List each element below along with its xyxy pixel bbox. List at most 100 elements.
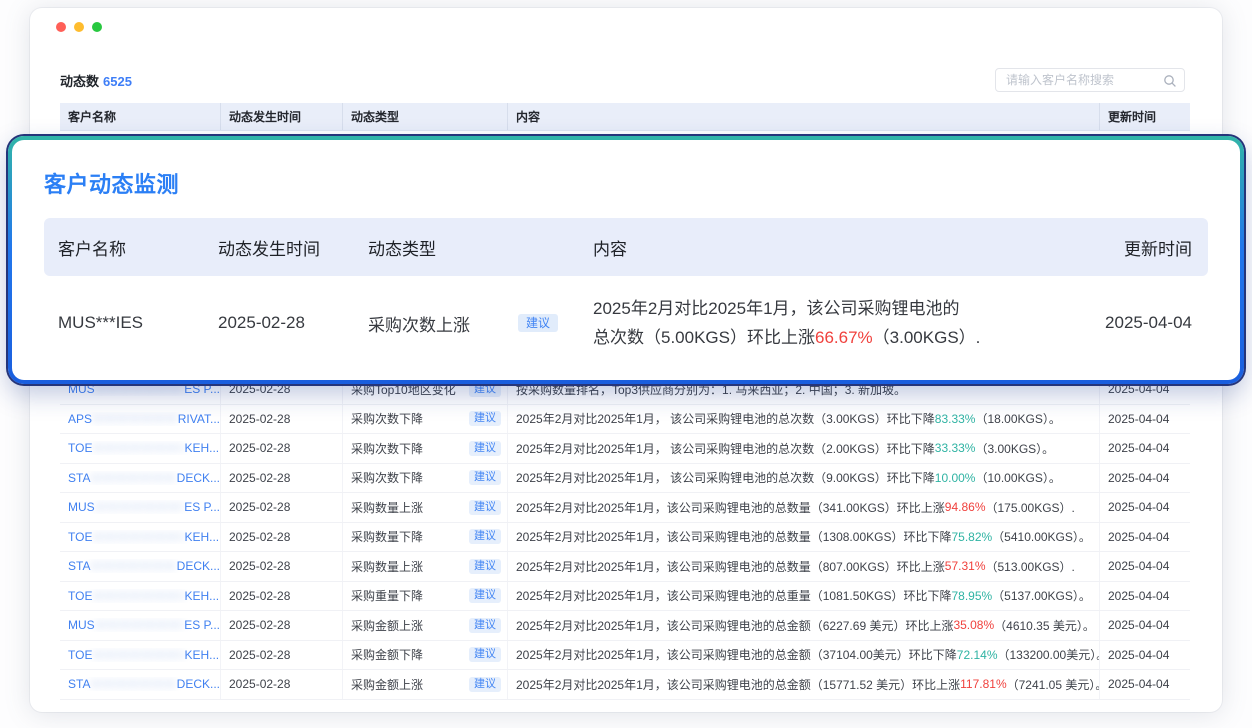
event-content: 2025年2月对比2025年1月，该公司采购锂电池的总金额（37104.00美元… bbox=[508, 641, 1100, 670]
redacted-name-blur: WWWWWWWW bbox=[90, 677, 176, 691]
dynamics-count: 动态数6525 bbox=[60, 71, 132, 90]
overlay-title: 客户动态监测 bbox=[44, 167, 1208, 199]
suggestion-badge: 建议 bbox=[469, 500, 501, 515]
table-row[interactable]: TOEWWWWWWWWKEH... 2025-02-28 采购重量下降 建议 2… bbox=[60, 582, 1190, 612]
customer-name-link[interactable]: TOEWWWWWWWWKEH... bbox=[68, 589, 219, 603]
overlay-data-row[interactable]: MUS***IES 2025-02-28 采购次数上涨 建议 2025年2月对比… bbox=[44, 276, 1208, 370]
trend-percent: 78.95% bbox=[951, 589, 992, 603]
column-header-event-type: 动态类型 bbox=[343, 103, 508, 130]
zoom-window-button[interactable] bbox=[92, 22, 102, 32]
customer-name-link[interactable]: STAWWWWWWWWDECK... bbox=[68, 471, 220, 485]
table-row[interactable]: TOEWWWWWWWWKEH... 2025-02-28 采购金额下降 建议 2… bbox=[60, 641, 1190, 671]
column-header-customer-name: 客户名称 bbox=[60, 103, 221, 130]
screen: 动态数6525 客户名称 动态发生时间 动态类型 内容 更新时间 bbox=[0, 0, 1252, 728]
update-date: 2025-04-04 bbox=[1100, 552, 1190, 581]
window-controls bbox=[56, 22, 102, 32]
overlay-column-content: 内容 bbox=[593, 235, 1098, 260]
overlay-column-event-time: 动态发生时间 bbox=[218, 235, 368, 260]
trend-percent: 10.00% bbox=[935, 471, 976, 485]
customer-name-link[interactable]: STAWWWWWWWWDECK... bbox=[68, 559, 220, 573]
overlay-trend-percent: 66.67% bbox=[815, 328, 873, 347]
overlay-content-line1: 2025年2月对比2025年1月，该公司采购锂电池的 bbox=[593, 294, 1098, 323]
event-date: 2025-02-28 bbox=[221, 464, 343, 493]
overlay-event-type: 采购次数上涨 bbox=[368, 311, 518, 336]
customer-name-link[interactable]: STAWWWWWWWWDECK... bbox=[68, 677, 220, 691]
event-content: 2025年2月对比2025年1月， 该公司采购锂电池的总次数（3.00KGS）环… bbox=[508, 405, 1100, 434]
redacted-name-blur: WWWWWWWW bbox=[92, 412, 178, 426]
minimize-window-button[interactable] bbox=[74, 22, 84, 32]
suggestion-badge: 建议 bbox=[469, 529, 501, 544]
table-row[interactable]: MUSWWWWWWWWES P... 2025-02-28 采购数量上涨 建议 … bbox=[60, 493, 1190, 523]
customer-name-link[interactable]: MUSWWWWWWWWES P... bbox=[68, 500, 220, 514]
customer-name-link[interactable]: TOEWWWWWWWWKEH... bbox=[68, 648, 219, 662]
column-header-content: 内容 bbox=[508, 103, 1100, 130]
table-row[interactable]: MUSWWWWWWWWES P... 2025-02-28 采购金额上涨 建议 … bbox=[60, 611, 1190, 641]
update-date: 2025-04-04 bbox=[1100, 493, 1190, 522]
event-content: 2025年2月对比2025年1月，该公司采购锂电池的总数量（807.00KGS）… bbox=[508, 552, 1100, 581]
event-date: 2025-02-28 bbox=[221, 641, 343, 670]
event-type: 采购数量下降 bbox=[351, 528, 423, 545]
event-type: 采购次数下降 bbox=[351, 469, 423, 486]
table-body: MUSWWWWWWWWES P... 2025-02-28 采购Top10地区变… bbox=[60, 375, 1190, 700]
redacted-name-blur: WWWWWWWW bbox=[92, 648, 184, 662]
customer-name-link[interactable]: TOEWWWWWWWWKEH... bbox=[68, 530, 219, 544]
trend-percent: 83.33% bbox=[935, 412, 976, 426]
overlay-content-line2: 总次数（5.00KGS）环比上涨66.67%（3.00KGS）. bbox=[593, 323, 1098, 352]
suggestion-badge: 建议 bbox=[469, 677, 501, 692]
suggestion-badge: 建议 bbox=[469, 411, 501, 426]
trend-percent: 75.82% bbox=[951, 530, 992, 544]
overlay-suggestion-badge: 建议 bbox=[518, 314, 558, 332]
toolbar: 动态数6525 bbox=[60, 68, 1190, 94]
event-date: 2025-02-28 bbox=[221, 582, 343, 611]
event-content: 2025年2月对比2025年1月， 该公司采购锂电池的总次数（2.00KGS）环… bbox=[508, 434, 1100, 463]
customer-search-box bbox=[995, 68, 1185, 92]
trend-percent: 117.81% bbox=[960, 677, 1006, 691]
table-row[interactable]: TOEWWWWWWWWKEH... 2025-02-28 采购数量下降 建议 2… bbox=[60, 523, 1190, 553]
update-date: 2025-04-04 bbox=[1100, 641, 1190, 670]
trend-percent: 94.86% bbox=[945, 500, 986, 514]
redacted-name-blur: WWWWWWWW bbox=[95, 382, 185, 396]
table-row[interactable]: TOEWWWWWWWWKEH... 2025-02-28 采购次数下降 建议 2… bbox=[60, 434, 1190, 464]
customer-name-link[interactable]: TOEWWWWWWWWKEH... bbox=[68, 441, 219, 455]
table-row[interactable]: STAWWWWWWWWDECK... 2025-02-28 采购金额上涨 建议 … bbox=[60, 670, 1190, 700]
table-row[interactable]: APSWWWWWWWWRIVAT... 2025-02-28 采购次数下降 建议… bbox=[60, 405, 1190, 435]
event-date: 2025-02-28 bbox=[221, 434, 343, 463]
event-content: 2025年2月对比2025年1月，该公司采购锂电池的总重量（1081.50KGS… bbox=[508, 582, 1100, 611]
suggestion-badge: 建议 bbox=[469, 647, 501, 662]
event-type: 采购数量上涨 bbox=[351, 558, 423, 575]
update-date: 2025-04-04 bbox=[1100, 611, 1190, 640]
redacted-name-blur: WWWWWWWW bbox=[90, 559, 176, 573]
overlay-column-update-time: 更新时间 bbox=[1098, 235, 1192, 260]
close-window-button[interactable] bbox=[56, 22, 66, 32]
table-row[interactable]: STAWWWWWWWWDECK... 2025-02-28 采购次数下降 建议 … bbox=[60, 464, 1190, 494]
event-content: 2025年2月对比2025年1月，该公司采购锂电池的总金额（15771.52 美… bbox=[508, 670, 1100, 699]
redacted-name-blur: WWWWWWWW bbox=[92, 589, 184, 603]
customer-name-link[interactable]: APSWWWWWWWWRIVAT... bbox=[68, 412, 220, 426]
event-content: 2025年2月对比2025年1月，该公司采购锂电池的总金额（6227.69 美元… bbox=[508, 611, 1100, 640]
customer-dynamics-overlay-card: 客户动态监测 客户名称 动态发生时间 动态类型 内容 更新时间 MUS***IE… bbox=[8, 136, 1244, 384]
update-date: 2025-04-04 bbox=[1100, 405, 1190, 434]
customer-search-input[interactable] bbox=[996, 69, 1184, 91]
suggestion-badge: 建议 bbox=[469, 382, 501, 397]
dynamics-count-label: 动态数 bbox=[60, 74, 99, 89]
event-type: 采购重量下降 bbox=[351, 587, 423, 604]
event-type: 采购金额上涨 bbox=[351, 676, 423, 693]
suggestion-badge: 建议 bbox=[469, 441, 501, 456]
column-header-event-time: 动态发生时间 bbox=[221, 103, 343, 130]
search-icon[interactable] bbox=[1163, 74, 1177, 88]
customer-name-link[interactable]: MUSWWWWWWWWES P... bbox=[68, 382, 220, 396]
suggestion-badge: 建议 bbox=[469, 588, 501, 603]
customer-name-link[interactable]: MUSWWWWWWWWES P... bbox=[68, 618, 220, 632]
event-content: 2025年2月对比2025年1月， 该公司采购锂电池的总次数（9.00KGS）环… bbox=[508, 464, 1100, 493]
table-header-row: 客户名称 动态发生时间 动态类型 内容 更新时间 bbox=[60, 103, 1190, 131]
event-date: 2025-02-28 bbox=[221, 405, 343, 434]
table-row[interactable]: STAWWWWWWWWDECK... 2025-02-28 采购数量上涨 建议 … bbox=[60, 552, 1190, 582]
event-content: 2025年2月对比2025年1月，该公司采购锂电池的总数量（341.00KGS）… bbox=[508, 493, 1100, 522]
update-date: 2025-04-04 bbox=[1100, 670, 1190, 699]
event-date: 2025-02-28 bbox=[221, 523, 343, 552]
event-type: 采购数量上涨 bbox=[351, 499, 423, 516]
suggestion-badge: 建议 bbox=[469, 470, 501, 485]
overlay-card-body: 客户动态监测 客户名称 动态发生时间 动态类型 内容 更新时间 MUS***IE… bbox=[12, 140, 1240, 380]
trend-percent: 57.31% bbox=[945, 559, 986, 573]
overlay-customer-name[interactable]: MUS***IES bbox=[58, 313, 218, 333]
